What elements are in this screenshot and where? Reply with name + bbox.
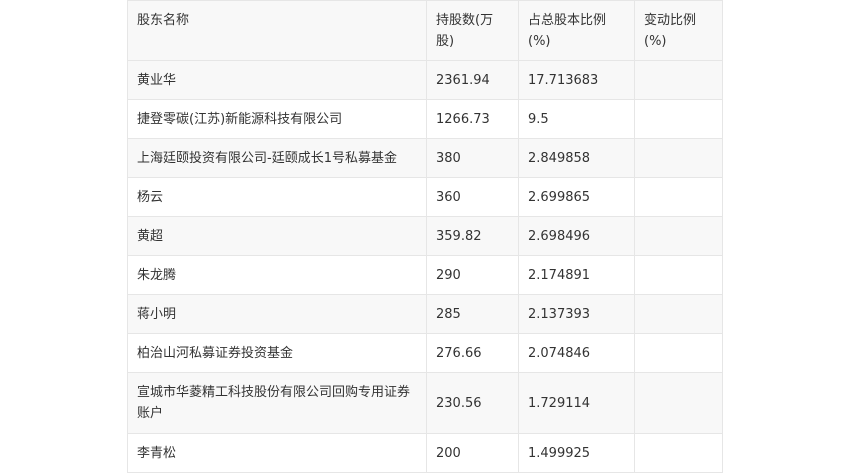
table-row: 宣城市华菱精工科技股份有限公司回购专用证券账户 230.56 1.729114: [127, 372, 723, 434]
cell-change-ratio: [634, 99, 723, 139]
cell-change-ratio: [634, 372, 723, 434]
cell-shareholder-name: 宣城市华菱精工科技股份有限公司回购专用证券账户: [127, 372, 427, 434]
cell-shares-held: 359.82: [426, 216, 519, 256]
cell-shareholder-name: 柏治山河私募证券投资基金: [127, 333, 427, 373]
header-row: 股东名称 持股数(万股) 占总股本比例(%) 变动比例(%): [127, 0, 723, 61]
cell-share-ratio: 2.849858: [518, 138, 635, 178]
cell-shares-held: 285: [426, 294, 519, 334]
cell-shares-held: 290: [426, 255, 519, 295]
cell-shares-held: 230.56: [426, 372, 519, 434]
table-row: 杨云 360 2.699865: [127, 177, 723, 217]
cell-share-ratio: 1.499925: [518, 433, 635, 473]
cell-change-ratio: [634, 333, 723, 373]
table-body: 黄业华 2361.94 17.713683 捷登零碳(江苏)新能源科技有限公司 …: [127, 60, 723, 473]
cell-change-ratio: [634, 433, 723, 473]
cell-shareholder-name: 上海廷颐投资有限公司-廷颐成长1号私募基金: [127, 138, 427, 178]
cell-shares-held: 276.66: [426, 333, 519, 373]
cell-shares-held: 1266.73: [426, 99, 519, 139]
table-row: 黄超 359.82 2.698496: [127, 216, 723, 256]
table-row: 黄业华 2361.94 17.713683: [127, 60, 723, 100]
cell-change-ratio: [634, 177, 723, 217]
shareholder-table-container: 股东名称 持股数(万股) 占总股本比例(%) 变动比例(%) 黄业华 2361.…: [127, 0, 723, 473]
cell-change-ratio: [634, 216, 723, 256]
shareholder-table: 股东名称 持股数(万股) 占总股本比例(%) 变动比例(%) 黄业华 2361.…: [127, 0, 723, 473]
table-row: 捷登零碳(江苏)新能源科技有限公司 1266.73 9.5: [127, 99, 723, 139]
cell-shares-held: 2361.94: [426, 60, 519, 100]
cell-share-ratio: 2.698496: [518, 216, 635, 256]
cell-shareholder-name: 李青松: [127, 433, 427, 473]
cell-shareholder-name: 朱龙腾: [127, 255, 427, 295]
table-row: 上海廷颐投资有限公司-廷颐成长1号私募基金 380 2.849858: [127, 138, 723, 178]
cell-share-ratio: 2.137393: [518, 294, 635, 334]
cell-shareholder-name: 捷登零碳(江苏)新能源科技有限公司: [127, 99, 427, 139]
cell-shareholder-name: 杨云: [127, 177, 427, 217]
header-share-ratio: 占总股本比例(%): [518, 0, 635, 61]
header-shareholder-name: 股东名称: [127, 0, 427, 61]
cell-shareholder-name: 蒋小明: [127, 294, 427, 334]
header-change-ratio: 变动比例(%): [634, 0, 723, 61]
cell-share-ratio: 2.074846: [518, 333, 635, 373]
table-row: 柏治山河私募证券投资基金 276.66 2.074846: [127, 333, 723, 373]
table-row: 蒋小明 285 2.137393: [127, 294, 723, 334]
cell-share-ratio: 2.174891: [518, 255, 635, 295]
cell-share-ratio: 1.729114: [518, 372, 635, 434]
cell-shareholder-name: 黄业华: [127, 60, 427, 100]
cell-shares-held: 200: [426, 433, 519, 473]
table-row: 李青松 200 1.499925: [127, 433, 723, 473]
table-header: 股东名称 持股数(万股) 占总股本比例(%) 变动比例(%): [127, 0, 723, 61]
table-row: 朱龙腾 290 2.174891: [127, 255, 723, 295]
cell-shares-held: 380: [426, 138, 519, 178]
cell-change-ratio: [634, 255, 723, 295]
cell-share-ratio: 9.5: [518, 99, 635, 139]
header-shares-held: 持股数(万股): [426, 0, 519, 61]
cell-change-ratio: [634, 60, 723, 100]
cell-shares-held: 360: [426, 177, 519, 217]
cell-change-ratio: [634, 294, 723, 334]
cell-share-ratio: 2.699865: [518, 177, 635, 217]
cell-share-ratio: 17.713683: [518, 60, 635, 100]
cell-change-ratio: [634, 138, 723, 178]
cell-shareholder-name: 黄超: [127, 216, 427, 256]
